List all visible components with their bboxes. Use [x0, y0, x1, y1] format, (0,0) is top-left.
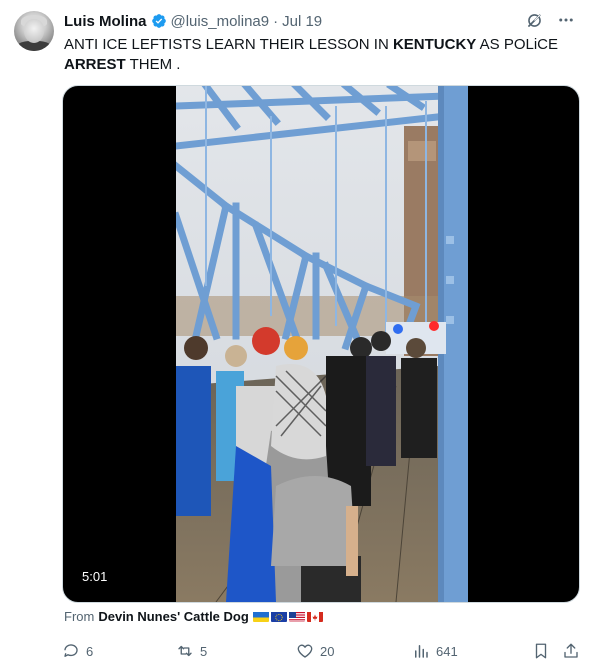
- action-bar: 6 5 20 641: [62, 640, 582, 662]
- canada-flag-icon: [306, 611, 323, 622]
- verified-badge-icon[interactable]: [151, 13, 167, 29]
- top-right-icons: [524, 10, 576, 30]
- bookmark-icon: [535, 643, 547, 659]
- reply-icon: [64, 644, 78, 657]
- tweet-text-part-3: AS POLiCE: [476, 36, 559, 53]
- avatar[interactable]: [14, 11, 54, 51]
- share-button[interactable]: [562, 640, 580, 662]
- avatar-face: [24, 19, 44, 43]
- author-name[interactable]: Luis Molina: [64, 13, 147, 30]
- grok-icon[interactable]: [524, 10, 544, 30]
- tweet-text-part-1: ANTI ICE LEFTISTS LEARN THEIR LESSON IN: [64, 36, 393, 53]
- tweet-text-part-5: THEM .: [125, 56, 181, 73]
- ukraine-flag-icon: [252, 611, 269, 622]
- source-flags: [252, 611, 323, 622]
- attribution-prefix: From: [64, 609, 95, 624]
- like-count: 20: [320, 643, 335, 659]
- views-button[interactable]: 641: [412, 640, 458, 662]
- attribution-source-link[interactable]: Devin Nunes' Cattle Dog: [98, 609, 248, 624]
- tweet-text: ANTI ICE LEFTISTS LEARN THEIR LESSON IN …: [64, 35, 564, 75]
- more-options-icon[interactable]: [556, 10, 576, 30]
- repost-icon: [178, 645, 192, 657]
- repost-count: 5: [200, 643, 208, 659]
- video-thumbnail: [176, 86, 468, 602]
- like-button[interactable]: 20: [296, 640, 334, 662]
- video-player[interactable]: 5:01: [62, 85, 580, 603]
- tweet-date[interactable]: Jul 19: [282, 13, 322, 30]
- video-duration: 5:01: [76, 567, 114, 586]
- views-chart-icon: [415, 645, 428, 658]
- reply-button[interactable]: 6: [62, 640, 93, 662]
- source-attribution: From Devin Nunes' Cattle Dog: [64, 609, 323, 624]
- tweet-text-part-2: KENTUCKY: [392, 36, 477, 53]
- eu-flag-icon: [270, 611, 287, 622]
- video-frame[interactable]: [176, 86, 468, 602]
- share-icon: [564, 643, 578, 658]
- tweet-header: Luis Molina @luis_molina9 · Jul 19: [64, 12, 322, 30]
- views-count: 641: [436, 643, 458, 659]
- tweet-text-part-4: ARREST: [64, 56, 126, 73]
- repost-button[interactable]: 5: [176, 640, 207, 662]
- author-handle[interactable]: @luis_molina9: [171, 13, 270, 30]
- us-flag-icon: [288, 611, 305, 622]
- reply-count: 6: [86, 643, 94, 659]
- header-separator: ·: [273, 12, 279, 30]
- bookmark-button[interactable]: [532, 640, 550, 662]
- heart-icon: [297, 644, 313, 658]
